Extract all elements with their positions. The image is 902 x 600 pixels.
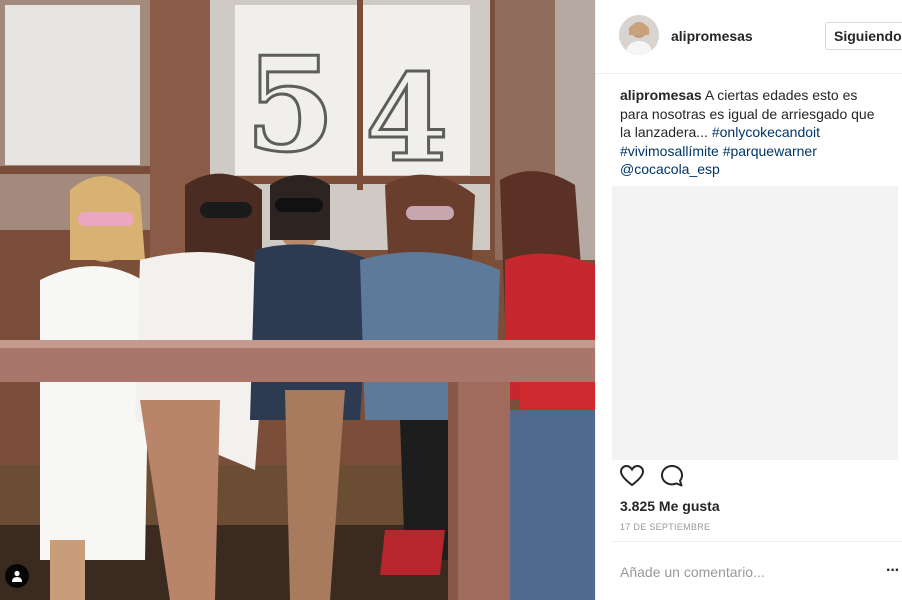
comments-area [612,186,898,460]
avatar-image [619,15,659,55]
hashtag-link[interactable]: #parquewarner [723,143,817,159]
comment-input[interactable] [620,561,860,583]
mention-link[interactable]: @cocacola_esp [620,161,720,177]
post-header: alipromesas Siguiendo [596,0,902,74]
post-date[interactable]: 17 DE SEPTIEMBRE [620,522,710,532]
post-photo[interactable]: 5 4 [0,0,595,600]
post-side-panel: alipromesas Siguiendo alipromesas A cier… [595,0,902,600]
person-tag-icon [12,570,22,582]
like-button[interactable] [619,463,645,489]
caption-username-link[interactable]: alipromesas [620,87,702,103]
comment-button[interactable] [659,463,685,489]
username-link[interactable]: alipromesas [671,28,753,44]
photo-illustration: 5 4 [0,0,595,600]
likes-count[interactable]: 3.825 Me gusta [620,498,720,514]
more-options-button[interactable]: ··· [886,560,900,582]
hashtag-link[interactable]: #vivimosallímite [620,143,719,159]
speech-bubble-icon [661,465,683,487]
heart-outline-icon [619,464,645,487]
avatar[interactable] [619,15,659,55]
post-caption: alipromesas A ciertas edades esto es par… [620,86,885,179]
add-comment-section: ··· [612,541,902,600]
svg-text:4: 4 [365,48,449,189]
svg-text:5: 5 [245,28,335,181]
hashtag-link[interactable]: #onlycokecandoit [712,124,820,140]
following-button[interactable]: Siguiendo [825,22,902,50]
user-tag-button[interactable] [5,564,29,588]
